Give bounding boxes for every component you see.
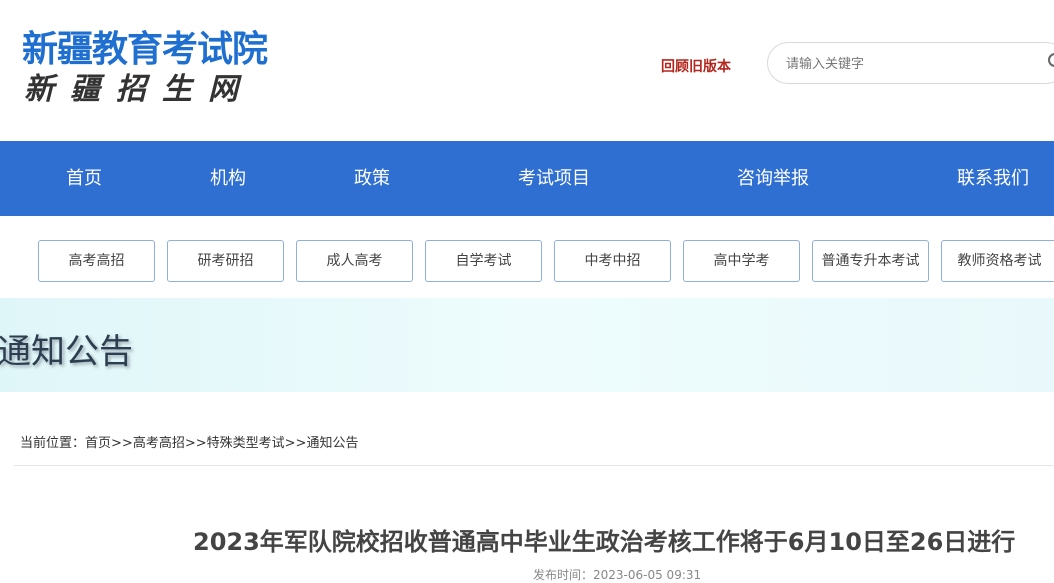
breadcrumb-separator: >> bbox=[111, 436, 133, 451]
breadcrumb: 当前位置：首页>>高考高招>>特殊类型考试>>通知公告 bbox=[20, 432, 358, 451]
category-adult-exam[interactable]: 成人高考 bbox=[296, 240, 413, 282]
breadcrumb-separator: >> bbox=[284, 436, 307, 451]
nav-item-contact[interactable]: 联系我们 bbox=[957, 141, 1029, 216]
category-bar: 高考高招 研考研招 成人高考 自学考试 中考中招 高中学考 普通专升本考试 教师… bbox=[0, 216, 1054, 298]
nav-item-home[interactable]: 首页 bbox=[66, 141, 102, 216]
publish-time: 发布时间：2023-06-05 09:31 bbox=[533, 568, 702, 582]
site-header: 新疆教育考试院 新疆招生网 回顾旧版本 bbox=[0, 0, 1054, 141]
breadcrumb-prefix: 当前位置： bbox=[20, 436, 86, 451]
nav-item-exam-projects[interactable]: 考试项目 bbox=[518, 141, 590, 216]
main-nav: 首页 机构 政策 考试项目 咨询举报 联系我们 bbox=[0, 141, 1054, 216]
nav-item-consult-report[interactable]: 咨询举报 bbox=[737, 141, 809, 216]
breadcrumb-special-exam[interactable]: 特殊类型考试 bbox=[207, 436, 285, 451]
search-input[interactable] bbox=[784, 53, 1028, 75]
article-title: 2023年军队院校招收普通高中毕业生政治考核工作将于6月10日至26日进行 bbox=[193, 528, 1016, 556]
category-upgrade-exam[interactable]: 普通专升本考试 bbox=[812, 240, 929, 282]
breadcrumb-gaokao[interactable]: 高考高招 bbox=[133, 436, 185, 451]
category-gaokao[interactable]: 高考高招 bbox=[38, 240, 155, 282]
category-postgraduate[interactable]: 研考研招 bbox=[167, 240, 284, 282]
category-high-school-exam[interactable]: 高中学考 bbox=[683, 240, 800, 282]
category-zhongkao[interactable]: 中考中招 bbox=[554, 240, 671, 282]
logo-subtitle[interactable]: 新疆招生网 bbox=[24, 64, 254, 108]
old-version-link[interactable]: 回顾旧版本 bbox=[661, 56, 731, 76]
nav-item-policy[interactable]: 政策 bbox=[354, 141, 390, 216]
search-box bbox=[767, 42, 1054, 84]
section-banner: 通知公告 bbox=[0, 298, 1054, 392]
category-teacher-cert[interactable]: 教师资格考试 bbox=[941, 240, 1054, 282]
breadcrumb-home[interactable]: 首页 bbox=[85, 436, 111, 451]
nav-item-organization[interactable]: 机构 bbox=[210, 141, 246, 216]
breadcrumb-notices[interactable]: 通知公告 bbox=[306, 436, 358, 451]
divider bbox=[14, 465, 1054, 466]
search-icon[interactable] bbox=[1048, 53, 1054, 67]
category-self-study[interactable]: 自学考试 bbox=[425, 240, 542, 282]
breadcrumb-separator: >> bbox=[184, 436, 207, 451]
banner-title: 通知公告 bbox=[0, 332, 133, 372]
